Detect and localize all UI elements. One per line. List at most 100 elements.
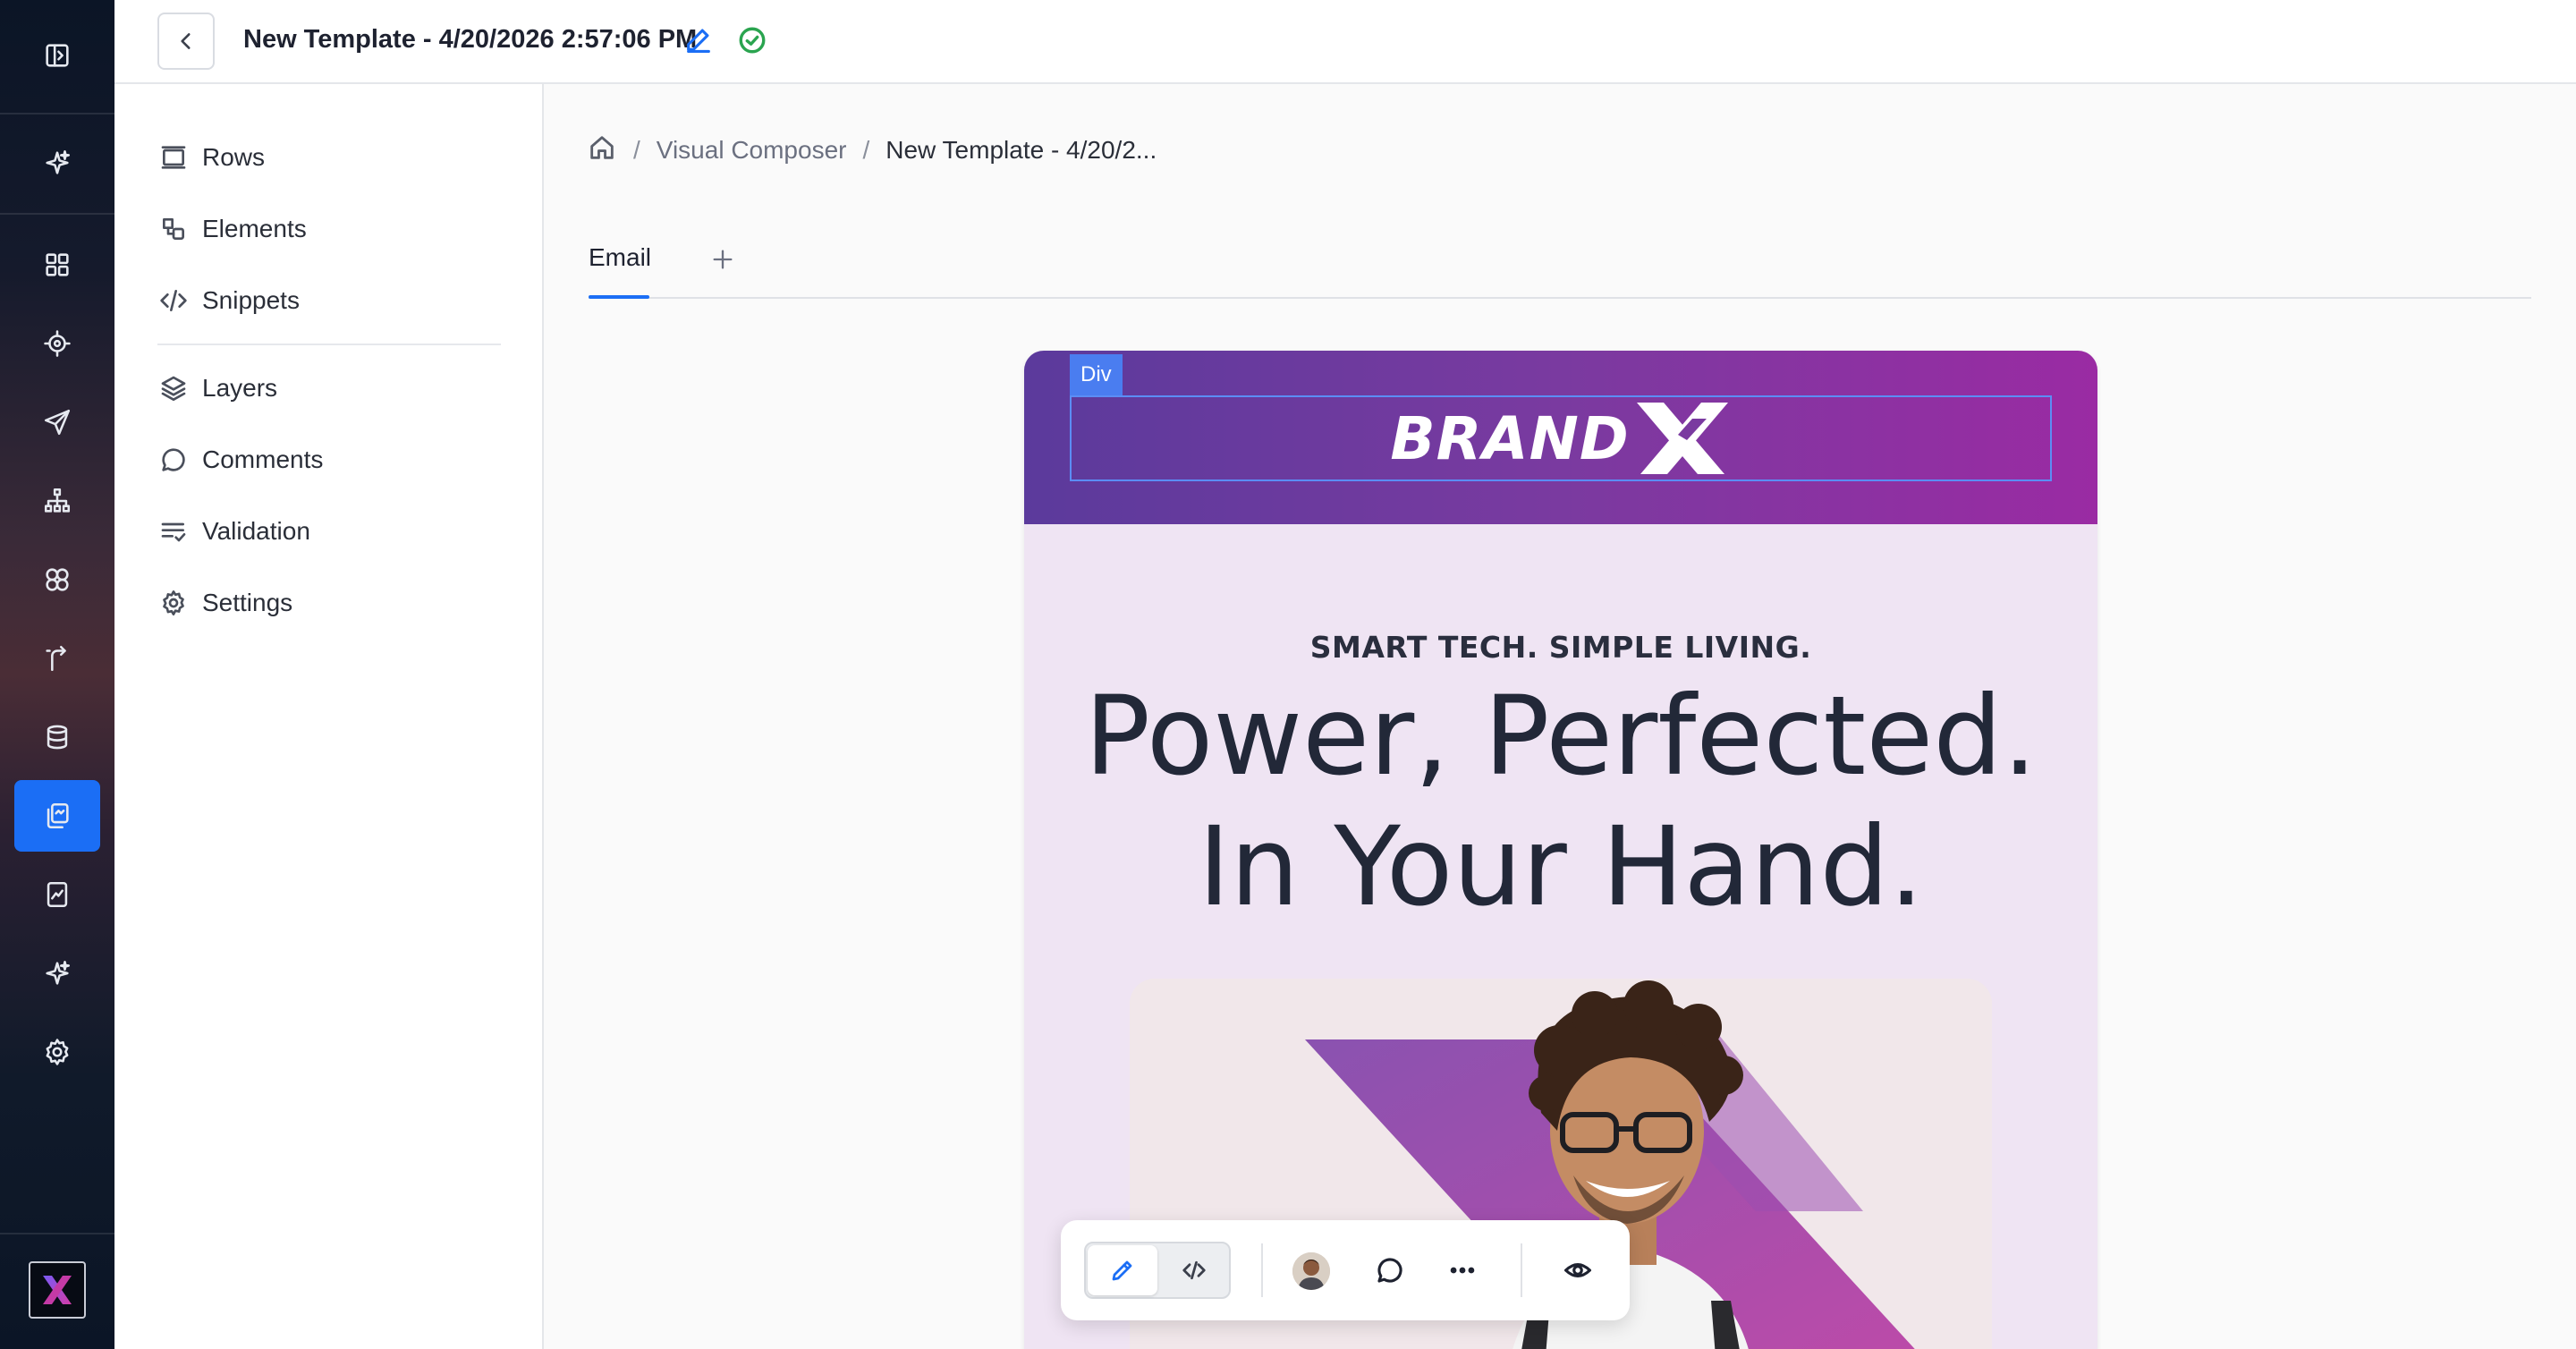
comment-icon [162, 448, 185, 471]
channel-tabs: Email [589, 233, 2531, 299]
sparkle-icon [46, 149, 71, 174]
checklist-icon [161, 522, 186, 542]
breadcrumb-separator: / [633, 136, 640, 164]
content-icon [47, 802, 69, 829]
breadcrumb-separator: / [862, 136, 870, 164]
panel-item-label: Snippets [202, 286, 300, 314]
canvas-toolbar [1061, 1220, 1630, 1320]
add-channel-button[interactable] [705, 242, 741, 277]
route-icon [46, 645, 66, 672]
breadcrumb: / Visual Composer / New Template - 4/20/… [587, 132, 1157, 168]
code-mode-button[interactable] [1159, 1245, 1229, 1295]
rail-ai[interactable] [14, 938, 100, 1009]
tab-email-label: Email [589, 243, 652, 271]
rail-campaigns[interactable] [14, 386, 100, 458]
segments-icon [46, 568, 69, 591]
headline-line: In Your Hand. [1198, 803, 1924, 930]
breadcrumb-visual-composer[interactable]: Visual Composer [657, 136, 847, 165]
rail-divider [0, 113, 114, 115]
panel-item-label: Rows [202, 143, 266, 171]
rail-divider [0, 1233, 114, 1234]
email-header[interactable]: BRAND Div [1024, 351, 2097, 524]
panel-item-settings[interactable]: Settings [159, 581, 292, 625]
selection-outline [1070, 395, 2052, 481]
preview-button[interactable] [1553, 1245, 1603, 1295]
top-bar: New Template - 4/20/2026 2:57:06 PM [114, 0, 2576, 84]
sidebar-toggle-icon [46, 44, 69, 67]
database-icon [47, 725, 68, 750]
app-rail [0, 0, 114, 1349]
panel-divider [157, 344, 501, 345]
panel-item-label: Settings [202, 589, 293, 616]
rail-targeting[interactable] [14, 308, 100, 379]
panel-item-rows[interactable]: Rows [159, 135, 265, 180]
comment-icon [1377, 1258, 1402, 1283]
tab-email[interactable]: Email [589, 233, 652, 299]
rail-data[interactable] [14, 701, 100, 773]
panel-item-snippets[interactable]: Snippets [159, 278, 300, 323]
back-button[interactable] [157, 13, 215, 70]
gear-icon [46, 1039, 69, 1065]
pencil-icon [1112, 1260, 1132, 1281]
panel-item-validation[interactable]: Validation [159, 509, 310, 554]
composer-side-panel: Rows Elements Snippets Layers Comments V… [114, 84, 544, 1349]
breadcrumb-current: New Template - 4/20/2... [886, 136, 1157, 164]
selection-tag[interactable]: Div [1070, 354, 1123, 395]
saved-status [737, 25, 767, 55]
code-icon [1182, 1260, 1206, 1280]
rail-settings[interactable] [14, 1016, 100, 1088]
email-eyebrow[interactable]: SMART TECH. SIMPLE LIVING. [1024, 630, 2097, 665]
grid-icon [46, 253, 69, 276]
ellipsis-icon [1450, 1267, 1475, 1274]
rail-decisions[interactable] [14, 623, 100, 694]
rail-divider [0, 213, 114, 215]
toolbar-divider [1261, 1243, 1263, 1297]
panel-item-label: Elements [202, 215, 307, 242]
email-headline[interactable]: Power, Perfected. In Your Hand. [1024, 671, 2097, 932]
check-circle-icon [739, 27, 766, 54]
email-canvas[interactable]: BRAND Div SMART TECH. SIMPLE LIVING. Pow… [1024, 351, 2097, 1349]
layers-icon [161, 376, 186, 401]
chevron-left-icon [181, 33, 191, 49]
target-icon [44, 330, 71, 357]
pencil-icon [687, 29, 710, 54]
user-avatar-icon [1292, 1252, 1330, 1290]
panel-item-layers[interactable]: Layers [159, 366, 277, 411]
plus-icon [713, 250, 733, 269]
visual-mode-button[interactable] [1088, 1245, 1157, 1295]
expand-sidebar-button[interactable] [14, 20, 100, 91]
active-tab-indicator [589, 295, 649, 299]
gear-icon [163, 590, 184, 615]
panel-item-elements[interactable]: Elements [159, 207, 307, 251]
template-title: New Template - 4/20/2026 2:57:06 PM [243, 25, 698, 54]
more-options-button[interactable] [1437, 1245, 1487, 1295]
ai-assistant-button[interactable] [14, 127, 100, 199]
home-icon [590, 135, 614, 159]
rail-dashboard[interactable] [14, 229, 100, 301]
rows-icon [161, 146, 186, 169]
edit-title-button[interactable] [683, 24, 716, 56]
panel-item-comments[interactable]: Comments [159, 437, 323, 482]
hierarchy-icon [44, 488, 71, 513]
avatar[interactable] [1292, 1252, 1330, 1290]
comments-button[interactable] [1365, 1245, 1415, 1295]
code-icon [160, 290, 187, 311]
app-logo[interactable] [29, 1261, 86, 1319]
logo-x-icon [43, 1276, 72, 1304]
headline-line: Power, Perfected. [1084, 673, 2038, 800]
elements-icon [163, 218, 184, 240]
report-icon [47, 881, 68, 908]
rail-reports[interactable] [14, 859, 100, 930]
sparkle-icon [46, 960, 71, 985]
breadcrumb-home[interactable] [587, 132, 617, 169]
eye-icon [1563, 1263, 1592, 1277]
toolbar-divider [1521, 1243, 1522, 1297]
panel-item-label: Comments [202, 445, 324, 473]
panel-item-label: Validation [202, 517, 310, 545]
send-icon [44, 409, 71, 436]
rail-content[interactable] [14, 780, 100, 852]
panel-item-label: Layers [202, 374, 278, 402]
rail-segments[interactable] [14, 544, 100, 615]
editor-mode-toggle [1084, 1242, 1231, 1299]
rail-journeys[interactable] [14, 465, 100, 537]
